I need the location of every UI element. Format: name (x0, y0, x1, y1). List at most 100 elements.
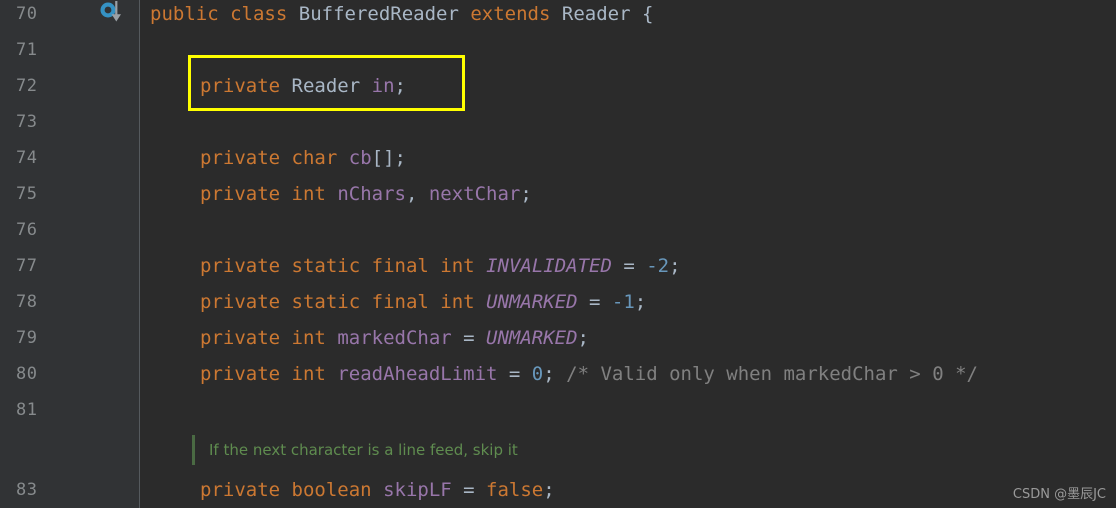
code-token-kw: static (291, 255, 361, 277)
line-number: 76 (16, 220, 38, 240)
code-token-kw: extends (470, 3, 551, 25)
code-token-pun: ; (543, 363, 567, 385)
code-token-type: BufferedReader (298, 3, 459, 25)
code-token-fld: skipLF (383, 479, 452, 501)
code-token-pun (280, 75, 291, 97)
code-token-pun: ; (520, 183, 532, 205)
code-token-pun: ; (577, 327, 589, 349)
code-token-kw: char (291, 147, 338, 169)
line-number: 79 (16, 328, 38, 348)
code-token-pun: ; (669, 255, 681, 277)
code-token-pun (550, 3, 561, 25)
code-token-kw: int (440, 255, 475, 277)
line-number: 74 (16, 148, 38, 168)
code-token-kw: false (486, 479, 544, 501)
line-number: 77 (16, 256, 38, 276)
implemented-method-marker-icon[interactable] (98, 0, 128, 28)
code-line[interactable]: private int markedChar = UNMARKED; (200, 320, 589, 356)
code-token-kw: private (200, 183, 281, 205)
code-token-cnst: UNMARKED (486, 327, 578, 349)
code-token-pun: { (641, 3, 654, 25)
code-line[interactable]: private int nChars, nextChar; (200, 176, 532, 212)
code-token-kw: private (200, 291, 281, 313)
inlay-doc-text: If the next character is a line feed, sk… (209, 441, 518, 459)
code-token-kw: private (200, 327, 281, 349)
code-editor-screenshot: 70 71 72 73 74 75 76 77 78 79 80 81 83 public class … (0, 0, 1116, 508)
code-line[interactable]: public class BufferedReader extends Read… (150, 0, 653, 32)
code-token-type: Reader (561, 3, 631, 25)
code-token-pun (631, 3, 642, 25)
code-token-kw: final (371, 291, 429, 313)
code-token-pun (326, 327, 337, 349)
code-token-kw: int (291, 183, 326, 205)
code-token-kw: int (291, 327, 326, 349)
code-token-kw: private (200, 147, 281, 169)
code-line[interactable]: private char cb[]; (200, 140, 406, 176)
csdn-watermark: CSDN @墨辰JC (1012, 487, 1106, 502)
inlay-accent-bar (192, 435, 195, 465)
code-token-pun: ; (394, 75, 406, 97)
code-token-kw: int (440, 291, 475, 313)
code-token-pun: = (451, 327, 487, 349)
code-token-pun (280, 147, 291, 169)
code-token-pun: ; (634, 291, 647, 313)
code-token-pun: ; (543, 479, 555, 501)
code-token-cnst: INVALIDATED (486, 255, 612, 277)
line-number: 81 (16, 400, 38, 420)
code-token-pun (337, 147, 348, 169)
code-token-fld: nChars (337, 183, 406, 205)
code-token-kw: private (200, 255, 281, 277)
line-number: 80 (16, 364, 38, 384)
code-token-kw: private (200, 363, 281, 385)
code-token-pun: []; (371, 147, 406, 169)
code-token-pun: = (451, 479, 487, 501)
code-token-pun (219, 3, 230, 25)
code-token-pun: , (405, 183, 429, 205)
code-token-pun (372, 479, 383, 501)
code-token-pun (280, 479, 291, 501)
code-token-pun (429, 291, 440, 313)
code-token-pun (360, 75, 371, 97)
code-line[interactable]: private int readAheadLimit = 0; /* Valid… (200, 356, 978, 392)
code-line[interactable]: private boolean skipLF = false; (200, 472, 555, 508)
code-line[interactable]: private Reader in; (200, 68, 406, 104)
code-token-pun: = (611, 255, 647, 277)
code-token-num: -1 (611, 291, 635, 313)
code-token-fld: cb (348, 147, 372, 169)
code-token-kw: final (371, 255, 429, 277)
code-token-pun (326, 363, 337, 385)
code-line[interactable]: private static final int UNMARKED = -1; (200, 284, 646, 320)
code-token-fld: markedChar (337, 327, 452, 349)
code-token-pun (280, 363, 291, 385)
code-token-num: -2 (646, 255, 670, 277)
code-token-kw: boolean (291, 479, 372, 501)
code-token-kw: public (150, 3, 219, 25)
code-token-kw: private (200, 75, 281, 97)
code-token-pun (287, 3, 298, 25)
code-token-pun (360, 291, 371, 313)
code-token-pun: = (497, 363, 532, 385)
code-token-fld: readAheadLimit (337, 363, 498, 385)
rendered-javadoc-inlay[interactable]: If the next character is a line feed, sk… (192, 432, 518, 468)
code-token-pun (280, 291, 291, 313)
code-line[interactable]: private static final int INVALIDATED = -… (200, 248, 681, 284)
line-number: 72 (16, 76, 38, 96)
code-token-pun (326, 183, 337, 205)
code-token-pun (280, 327, 291, 349)
editor-text-area[interactable]: public class BufferedReader extends Read… (140, 0, 1116, 508)
line-number: 83 (16, 480, 38, 500)
code-token-cmt: /* Valid only when markedChar > 0 */ (566, 363, 978, 385)
line-number: 78 (16, 292, 38, 312)
code-token-kw: class (230, 3, 288, 25)
line-number: 71 (16, 40, 38, 60)
code-token-pun (280, 183, 291, 205)
code-token-kw: private (200, 479, 281, 501)
code-token-cnst: UNMARKED (486, 291, 578, 313)
line-number: 75 (16, 184, 38, 204)
editor-gutter[interactable]: 70 71 72 73 74 75 76 77 78 79 80 81 83 (0, 0, 140, 508)
code-token-pun: = (577, 291, 612, 313)
code-token-num: 0 (531, 363, 544, 385)
code-token-type: Reader (291, 75, 361, 97)
code-token-kw: static (291, 291, 361, 313)
line-number: 73 (16, 112, 38, 132)
